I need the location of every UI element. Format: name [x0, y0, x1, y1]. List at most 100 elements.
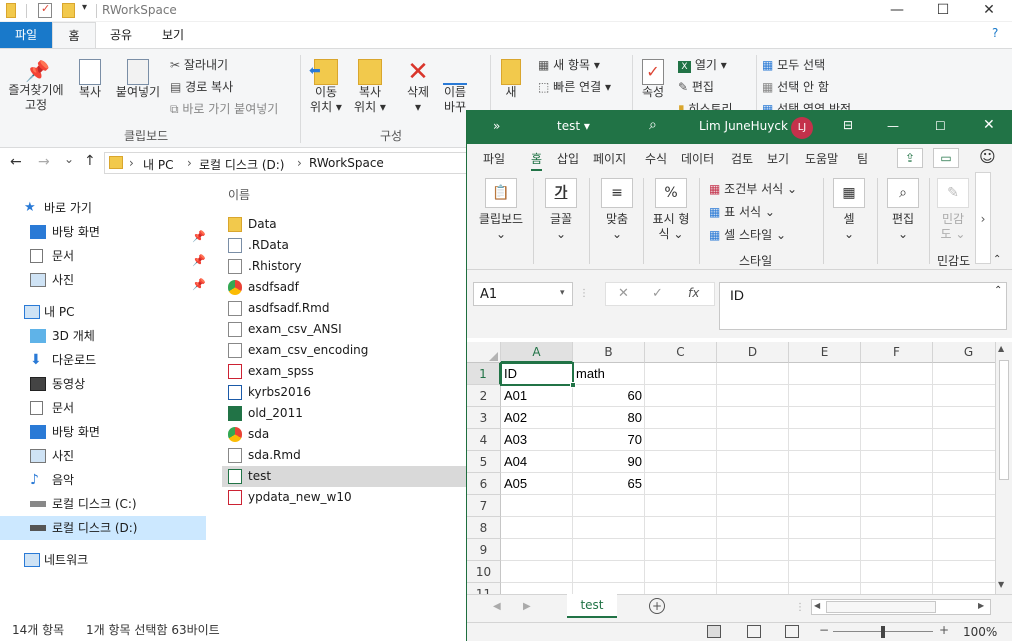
- search-icon[interactable]: ⌕: [649, 117, 657, 133]
- file-row[interactable]: .RData: [222, 235, 472, 256]
- cells-button[interactable]: ▦ 셀 ⌄: [827, 178, 871, 242]
- copy-path-button[interactable]: ▤ 경로 복사: [170, 79, 233, 95]
- scroll-up-icon[interactable]: ▲: [998, 344, 1004, 353]
- tab-view[interactable]: 보기: [150, 22, 196, 48]
- tab-page-layout[interactable]: 페이지: [593, 150, 626, 167]
- file-row[interactable]: Data: [222, 214, 472, 235]
- h-scroll-thumb[interactable]: [826, 601, 936, 613]
- scroll-left-icon[interactable]: ◀: [814, 601, 820, 610]
- zoom-level[interactable]: 100%: [963, 625, 997, 639]
- pin-icon[interactable]: 📌: [192, 273, 206, 297]
- file-row[interactable]: test: [222, 466, 468, 487]
- tab-data[interactable]: 데이터: [681, 150, 714, 167]
- column-header[interactable]: B: [573, 342, 645, 363]
- tab-formulas[interactable]: 수식: [645, 150, 667, 167]
- open-button[interactable]: X 열기 ▾: [678, 57, 727, 73]
- file-row[interactable]: sda: [222, 424, 472, 445]
- pin-quick-access-button[interactable]: 📌 즐겨찾기에 고정: [4, 59, 68, 113]
- horizontal-scrollbar[interactable]: ◀ ▶: [811, 599, 991, 615]
- font-button[interactable]: 가 글꼴 ⌄: [539, 178, 583, 242]
- cut-button[interactable]: ✂ 잘라내기: [170, 57, 228, 73]
- column-header-name[interactable]: 이름: [228, 186, 250, 203]
- tab-insert[interactable]: 삽입: [557, 150, 579, 167]
- row-header[interactable]: 2: [467, 385, 501, 407]
- breadcrumb-this-pc[interactable]: 내 PC: [143, 156, 173, 173]
- file-row[interactable]: exam_csv_ANSI: [222, 319, 472, 340]
- nav-documents-quick[interactable]: 문서 📌: [0, 244, 206, 268]
- fill-handle[interactable]: [570, 382, 576, 388]
- cell[interactable]: 65: [573, 473, 645, 495]
- nav-drive-c[interactable]: 로컬 디스크 (C:): [0, 492, 206, 516]
- nav-desktop[interactable]: 바탕 화면: [0, 420, 206, 444]
- cell[interactable]: A04: [501, 451, 573, 473]
- file-row[interactable]: .Rhistory: [222, 256, 472, 277]
- quick-access-overflow-icon[interactable]: »: [493, 119, 500, 133]
- number-format-button[interactable]: % 표시 형 식 ⌄: [647, 178, 695, 242]
- cell[interactable]: 80: [573, 407, 645, 429]
- insert-function-icon[interactable]: fx: [688, 286, 699, 300]
- nav-drive-d[interactable]: 로컬 디스크 (D:): [0, 516, 206, 540]
- minimize-button[interactable]: —: [874, 0, 920, 22]
- easy-access-button[interactable]: ⬚ 빠른 연결 ▾: [538, 79, 611, 95]
- tab-file[interactable]: 파일: [0, 22, 52, 48]
- share-icon[interactable]: ⇪: [897, 148, 923, 168]
- delete-button[interactable]: ✕ 삭제 ▾: [398, 59, 438, 115]
- properties-check-icon[interactable]: ✓: [38, 2, 52, 18]
- new-folder-button[interactable]: 새: [496, 59, 526, 100]
- format-as-table-button[interactable]: ▦ 표 서식 ⌄: [709, 203, 775, 220]
- file-row[interactable]: asdfsadf.Rmd: [222, 298, 472, 319]
- cell[interactable]: ID: [501, 363, 573, 385]
- tab-home[interactable]: 홈: [531, 150, 543, 171]
- move-to-button[interactable]: ⬅ 이동 위치 ▾: [304, 59, 348, 115]
- tab-share[interactable]: 공유: [98, 22, 144, 48]
- name-box-dropdown-icon[interactable]: ▾: [560, 288, 565, 298]
- normal-view-icon[interactable]: [707, 625, 721, 638]
- cell[interactable]: 90: [573, 451, 645, 473]
- copy-button[interactable]: 복사: [70, 59, 110, 100]
- up-arrow-icon[interactable]: ↑: [84, 153, 96, 169]
- file-row[interactable]: old_2011: [222, 403, 472, 424]
- sensitivity-button[interactable]: ✎ 민감 도 ⌄: [933, 178, 973, 242]
- cell[interactable]: 70: [573, 429, 645, 451]
- cell[interactable]: A05: [501, 473, 573, 495]
- nav-quick-access[interactable]: ★ 바로 가기: [0, 196, 206, 220]
- paste-shortcut-button[interactable]: ⧉ 바로 가기 붙여넣기: [170, 101, 278, 117]
- tab-review[interactable]: 검토: [731, 150, 753, 167]
- paste-button[interactable]: 붙여넣기: [110, 59, 166, 100]
- page-break-view-icon[interactable]: [785, 625, 799, 638]
- next-sheet-icon[interactable]: ▶: [523, 601, 531, 612]
- nav-downloads[interactable]: ⬇ 다운로드: [0, 348, 206, 372]
- collapse-ribbon-icon[interactable]: ⌃: [993, 254, 1001, 265]
- column-header[interactable]: F: [861, 342, 933, 363]
- file-row[interactable]: exam_csv_encoding: [222, 340, 472, 361]
- column-header[interactable]: A: [501, 342, 573, 363]
- row-header[interactable]: 11: [467, 583, 501, 594]
- properties-button[interactable]: ✓ 속성: [636, 59, 670, 100]
- collapse-formula-bar-icon[interactable]: ⌃: [994, 285, 1002, 296]
- zoom-out-button[interactable]: −: [819, 623, 829, 637]
- alignment-button[interactable]: ≡ 맞춤 ⌄: [595, 178, 639, 242]
- add-sheet-button[interactable]: +: [649, 598, 665, 614]
- maximize-button[interactable]: ☐: [935, 119, 946, 133]
- scroll-right-icon[interactable]: ▶: [978, 601, 984, 610]
- comments-icon[interactable]: ▭: [933, 148, 959, 168]
- nav-music[interactable]: ♪ 음악: [0, 468, 206, 492]
- tab-help[interactable]: 도움말: [805, 150, 838, 167]
- cell[interactable]: A02: [501, 407, 573, 429]
- scroll-thumb[interactable]: [999, 360, 1009, 480]
- row-header[interactable]: 5: [467, 451, 501, 473]
- sheet-tab-test[interactable]: test: [567, 594, 617, 618]
- tab-file[interactable]: 파일: [483, 150, 505, 167]
- cell[interactable]: A03: [501, 429, 573, 451]
- row-header[interactable]: 9: [467, 539, 501, 561]
- page-layout-view-icon[interactable]: [747, 625, 761, 638]
- editing-button[interactable]: ⌕ 편집 ⌄: [881, 178, 925, 242]
- edit-button[interactable]: ✎ 편집: [678, 79, 714, 95]
- file-row[interactable]: kyrbs2016: [222, 382, 472, 403]
- cell[interactable]: math: [573, 363, 645, 385]
- row-header[interactable]: 7: [467, 495, 501, 517]
- rename-button[interactable]: 이름 바꾸: [440, 59, 470, 115]
- help-icon[interactable]: ?: [992, 26, 998, 40]
- forward-arrow-icon[interactable]: →: [38, 154, 50, 170]
- row-header[interactable]: 3: [467, 407, 501, 429]
